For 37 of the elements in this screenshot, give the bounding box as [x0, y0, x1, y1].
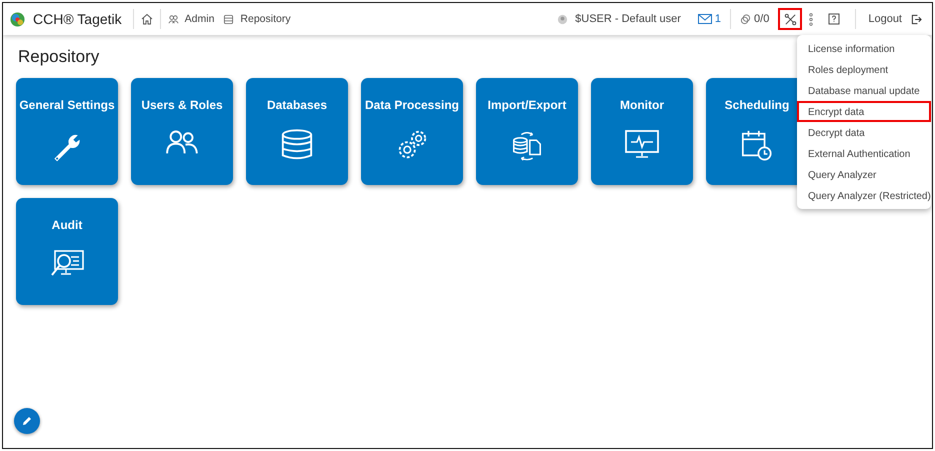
- logo-icon: [10, 12, 25, 26]
- menu-item[interactable]: Roles deployment: [797, 59, 931, 80]
- calendar-icon: [740, 128, 774, 162]
- menu-item[interactable]: Encrypt data: [797, 101, 931, 122]
- more-icon[interactable]: [809, 12, 814, 26]
- user-icon: [557, 14, 568, 24]
- logout-button[interactable]: Logout: [866, 13, 924, 25]
- tile-button[interactable]: Monitor: [591, 78, 693, 185]
- menu-item[interactable]: License information: [797, 38, 931, 59]
- breadcrumb-link[interactable]: Repository: [240, 13, 291, 25]
- user-name: $USER - Default user: [575, 13, 681, 25]
- tools-button[interactable]: [778, 8, 802, 30]
- database-icon: [223, 14, 234, 24]
- messages-button[interactable]: 1: [696, 13, 724, 25]
- database-icon: [280, 128, 314, 162]
- tile-button[interactable]: Data Processing: [361, 78, 463, 185]
- edit-button[interactable]: [14, 408, 40, 434]
- tile-button[interactable]: Users & Roles: [131, 78, 233, 185]
- tasks-button[interactable]: 0/0: [738, 13, 772, 25]
- mail-icon: [698, 14, 712, 24]
- pencil-icon: [21, 415, 33, 427]
- menu-item[interactable]: Query Analyzer (Restricted): [797, 185, 931, 206]
- tile-button[interactable]: Audit: [16, 198, 118, 305]
- breadcrumb-link[interactable]: Admin: [184, 13, 214, 25]
- monitor-icon: [624, 128, 660, 160]
- coins-icon: [740, 14, 752, 24]
- help-icon[interactable]: [828, 13, 840, 25]
- tile-button[interactable]: Import/Export: [476, 78, 578, 185]
- users-icon: [168, 14, 179, 24]
- page-title: Repository: [18, 47, 100, 67]
- logout-icon: [911, 14, 922, 24]
- users-icon: [164, 128, 200, 156]
- tile-button[interactable]: General Settings: [16, 78, 118, 185]
- brand-name: CCH® Tagetik: [33, 11, 122, 27]
- tools-icon: [784, 12, 797, 26]
- home-icon[interactable]: [140, 13, 153, 25]
- tile-button[interactable]: Databases: [246, 78, 348, 185]
